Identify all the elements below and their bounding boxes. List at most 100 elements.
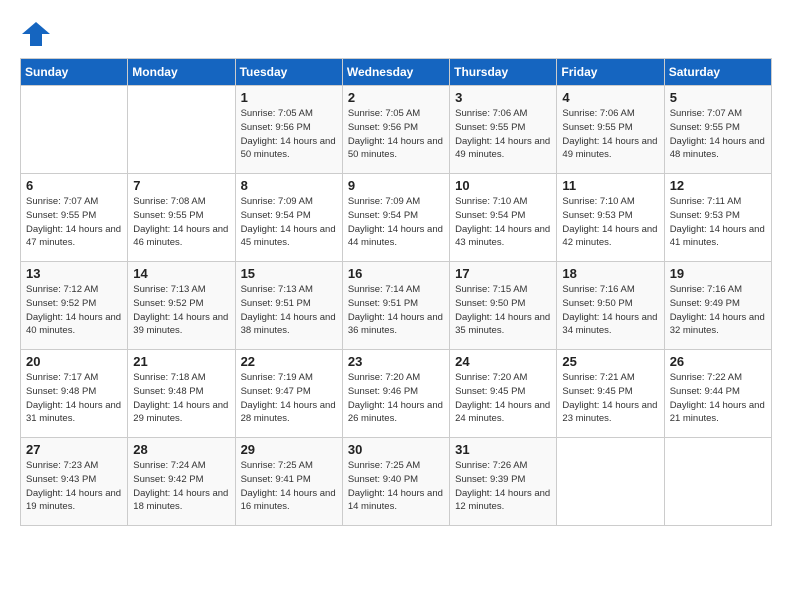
day-number: 17 <box>455 266 551 281</box>
day-info: Sunrise: 7:10 AM Sunset: 9:54 PM Dayligh… <box>455 195 551 250</box>
calendar-cell: 23 Sunrise: 7:20 AM Sunset: 9:46 PM Dayli… <box>342 350 449 438</box>
day-info: Sunrise: 7:20 AM Sunset: 9:46 PM Dayligh… <box>348 371 444 426</box>
calendar-cell: 11 Sunrise: 7:10 AM Sunset: 9:53 PM Dayli… <box>557 174 664 262</box>
day-number: 21 <box>133 354 229 369</box>
calendar-cell: 16 Sunrise: 7:14 AM Sunset: 9:51 PM Dayli… <box>342 262 449 350</box>
day-info: Sunrise: 7:25 AM Sunset: 9:41 PM Dayligh… <box>241 459 337 514</box>
week-row-3: 13 Sunrise: 7:12 AM Sunset: 9:52 PM Dayli… <box>21 262 772 350</box>
calendar-cell: 20 Sunrise: 7:17 AM Sunset: 9:48 PM Dayli… <box>21 350 128 438</box>
day-info: Sunrise: 7:25 AM Sunset: 9:40 PM Dayligh… <box>348 459 444 514</box>
day-of-week-monday: Monday <box>128 59 235 86</box>
calendar-cell: 27 Sunrise: 7:23 AM Sunset: 9:43 PM Dayli… <box>21 438 128 526</box>
calendar-cell <box>664 438 771 526</box>
day-number: 22 <box>241 354 337 369</box>
day-info: Sunrise: 7:17 AM Sunset: 9:48 PM Dayligh… <box>26 371 122 426</box>
calendar-cell: 6 Sunrise: 7:07 AM Sunset: 9:55 PM Daylig… <box>21 174 128 262</box>
calendar-cell: 8 Sunrise: 7:09 AM Sunset: 9:54 PM Daylig… <box>235 174 342 262</box>
calendar-cell: 13 Sunrise: 7:12 AM Sunset: 9:52 PM Dayli… <box>21 262 128 350</box>
day-number: 11 <box>562 178 658 193</box>
day-number: 26 <box>670 354 766 369</box>
calendar-cell: 10 Sunrise: 7:10 AM Sunset: 9:54 PM Dayli… <box>450 174 557 262</box>
day-number: 4 <box>562 90 658 105</box>
day-number: 10 <box>455 178 551 193</box>
logo <box>20 20 56 48</box>
calendar-cell: 29 Sunrise: 7:25 AM Sunset: 9:41 PM Dayli… <box>235 438 342 526</box>
day-info: Sunrise: 7:08 AM Sunset: 9:55 PM Dayligh… <box>133 195 229 250</box>
calendar-cell <box>21 86 128 174</box>
day-info: Sunrise: 7:07 AM Sunset: 9:55 PM Dayligh… <box>26 195 122 250</box>
day-number: 18 <box>562 266 658 281</box>
calendar-cell: 15Sunrise: 7:13 AM Sunset: 9:51 PM Dayli… <box>235 262 342 350</box>
day-info: Sunrise: 7:14 AM Sunset: 9:51 PM Dayligh… <box>348 283 444 338</box>
day-number: 20 <box>26 354 122 369</box>
calendar-cell: 25 Sunrise: 7:21 AM Sunset: 9:45 PM Dayli… <box>557 350 664 438</box>
day-number: 5 <box>670 90 766 105</box>
calendar-cell: 4 Sunrise: 7:06 AM Sunset: 9:55 PM Daylig… <box>557 86 664 174</box>
week-row-2: 6 Sunrise: 7:07 AM Sunset: 9:55 PM Daylig… <box>21 174 772 262</box>
day-number: 19 <box>670 266 766 281</box>
day-info: Sunrise: 7:23 AM Sunset: 9:43 PM Dayligh… <box>26 459 122 514</box>
calendar-cell: 3 Sunrise: 7:06 AM Sunset: 9:55 PM Daylig… <box>450 86 557 174</box>
day-info: Sunrise: 7:09 AM Sunset: 9:54 PM Dayligh… <box>348 195 444 250</box>
day-of-week-friday: Friday <box>557 59 664 86</box>
day-info: Sunrise: 7:22 AM Sunset: 9:44 PM Dayligh… <box>670 371 766 426</box>
calendar-cell: 2 Sunrise: 7:05 AM Sunset: 9:56 PM Daylig… <box>342 86 449 174</box>
days-of-week-row: SundayMondayTuesdayWednesdayThursdayFrid… <box>21 59 772 86</box>
week-row-5: 27 Sunrise: 7:23 AM Sunset: 9:43 PM Dayli… <box>21 438 772 526</box>
calendar-cell: 26 Sunrise: 7:22 AM Sunset: 9:44 PM Dayli… <box>664 350 771 438</box>
day-info: Sunrise: 7:05 AM Sunset: 9:56 PM Dayligh… <box>348 107 444 162</box>
calendar-cell: 7Sunrise: 7:08 AM Sunset: 9:55 PM Daylig… <box>128 174 235 262</box>
day-number: 29 <box>241 442 337 457</box>
day-number: 16 <box>348 266 444 281</box>
day-number: 13 <box>26 266 122 281</box>
calendar-cell: 18Sunrise: 7:16 AM Sunset: 9:50 PM Dayli… <box>557 262 664 350</box>
day-number: 25 <box>562 354 658 369</box>
day-info: Sunrise: 7:18 AM Sunset: 9:48 PM Dayligh… <box>133 371 229 426</box>
calendar-cell: 5Sunrise: 7:07 AM Sunset: 9:55 PM Daylig… <box>664 86 771 174</box>
day-info: Sunrise: 7:05 AM Sunset: 9:56 PM Dayligh… <box>241 107 337 162</box>
calendar-cell: 22 Sunrise: 7:19 AM Sunset: 9:47 PM Dayli… <box>235 350 342 438</box>
day-number: 28 <box>133 442 229 457</box>
day-info: Sunrise: 7:06 AM Sunset: 9:55 PM Dayligh… <box>455 107 551 162</box>
calendar-cell: 31Sunrise: 7:26 AM Sunset: 9:39 PM Dayli… <box>450 438 557 526</box>
calendar-cell: 28 Sunrise: 7:24 AM Sunset: 9:42 PM Dayli… <box>128 438 235 526</box>
day-number: 15 <box>241 266 337 281</box>
calendar-cell: 12 Sunrise: 7:11 AM Sunset: 9:53 PM Dayli… <box>664 174 771 262</box>
page-header <box>20 20 772 48</box>
day-number: 9 <box>348 178 444 193</box>
day-number: 14 <box>133 266 229 281</box>
day-info: Sunrise: 7:10 AM Sunset: 9:53 PM Dayligh… <box>562 195 658 250</box>
day-info: Sunrise: 7:20 AM Sunset: 9:45 PM Dayligh… <box>455 371 551 426</box>
day-info: Sunrise: 7:11 AM Sunset: 9:53 PM Dayligh… <box>670 195 766 250</box>
day-of-week-sunday: Sunday <box>21 59 128 86</box>
day-number: 6 <box>26 178 122 193</box>
day-number: 8 <box>241 178 337 193</box>
day-number: 27 <box>26 442 122 457</box>
day-number: 3 <box>455 90 551 105</box>
day-info: Sunrise: 7:24 AM Sunset: 9:42 PM Dayligh… <box>133 459 229 514</box>
day-number: 2 <box>348 90 444 105</box>
day-of-week-tuesday: Tuesday <box>235 59 342 86</box>
calendar-cell: 14 Sunrise: 7:13 AM Sunset: 9:52 PM Dayli… <box>128 262 235 350</box>
calendar-cell: 17 Sunrise: 7:15 AM Sunset: 9:50 PM Dayli… <box>450 262 557 350</box>
week-row-1: 1Sunrise: 7:05 AM Sunset: 9:56 PM Daylig… <box>21 86 772 174</box>
logo-icon <box>20 20 52 48</box>
day-info: Sunrise: 7:13 AM Sunset: 9:52 PM Dayligh… <box>133 283 229 338</box>
day-info: Sunrise: 7:06 AM Sunset: 9:55 PM Dayligh… <box>562 107 658 162</box>
day-info: Sunrise: 7:12 AM Sunset: 9:52 PM Dayligh… <box>26 283 122 338</box>
calendar-cell: 21 Sunrise: 7:18 AM Sunset: 9:48 PM Dayli… <box>128 350 235 438</box>
day-info: Sunrise: 7:21 AM Sunset: 9:45 PM Dayligh… <box>562 371 658 426</box>
calendar-cell: 19 Sunrise: 7:16 AM Sunset: 9:49 PM Dayli… <box>664 262 771 350</box>
day-info: Sunrise: 7:09 AM Sunset: 9:54 PM Dayligh… <box>241 195 337 250</box>
calendar-cell: 1Sunrise: 7:05 AM Sunset: 9:56 PM Daylig… <box>235 86 342 174</box>
calendar-cell <box>557 438 664 526</box>
calendar-body: 1Sunrise: 7:05 AM Sunset: 9:56 PM Daylig… <box>21 86 772 526</box>
day-of-week-saturday: Saturday <box>664 59 771 86</box>
day-number: 23 <box>348 354 444 369</box>
day-info: Sunrise: 7:16 AM Sunset: 9:49 PM Dayligh… <box>670 283 766 338</box>
week-row-4: 20 Sunrise: 7:17 AM Sunset: 9:48 PM Dayli… <box>21 350 772 438</box>
day-number: 12 <box>670 178 766 193</box>
calendar-cell <box>128 86 235 174</box>
day-info: Sunrise: 7:15 AM Sunset: 9:50 PM Dayligh… <box>455 283 551 338</box>
day-info: Sunrise: 7:19 AM Sunset: 9:47 PM Dayligh… <box>241 371 337 426</box>
